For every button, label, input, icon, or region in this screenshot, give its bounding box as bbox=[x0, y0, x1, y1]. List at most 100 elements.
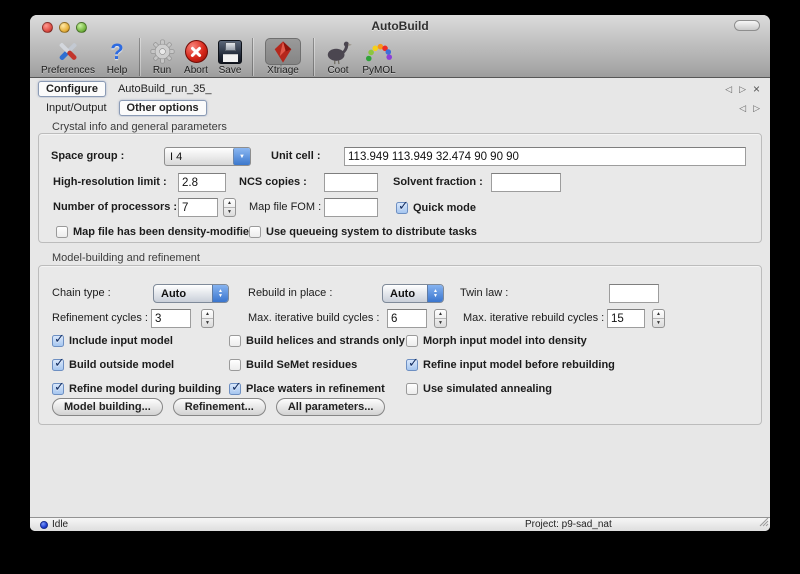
project-label: Project: p9-sad_nat bbox=[525, 519, 612, 530]
twin-law-input[interactable] bbox=[609, 284, 659, 303]
subtab-next-button[interactable]: ▷ bbox=[753, 103, 760, 113]
refinement-button[interactable]: Refinement... bbox=[173, 398, 266, 416]
space-group-value: I 4 bbox=[165, 151, 233, 163]
toolbar-separator bbox=[139, 38, 140, 76]
space-group-combobox[interactable]: I 4 ▼ bbox=[164, 147, 251, 166]
space-group-label: Space group : bbox=[51, 147, 124, 166]
titlebar[interactable]: AutoBuild bbox=[30, 15, 770, 37]
pymol-button[interactable]: PyMOL bbox=[357, 38, 401, 78]
run-label: Run bbox=[153, 65, 171, 76]
help-button[interactable]: ? Help bbox=[100, 38, 134, 78]
quick-mode-checkbox[interactable]: ✓ Quick mode bbox=[396, 201, 476, 215]
place-waters-checkbox[interactable]: ✓Place waters in refinement bbox=[229, 382, 385, 396]
nproc-label: Number of processors : bbox=[53, 198, 177, 217]
max-rebuild-cycles-stepper[interactable]: ▲▼ bbox=[652, 309, 665, 328]
tab-other-options[interactable]: Other options bbox=[119, 100, 207, 116]
xtriage-button[interactable]: Xtriage bbox=[258, 38, 308, 78]
status-text: Idle bbox=[52, 519, 68, 530]
max-rebuild-cycles-label: Max. iterative rebuild cycles : bbox=[463, 309, 604, 328]
pymol-ribbon-icon bbox=[364, 38, 394, 65]
tab-autobuild-run-35[interactable]: AutoBuild_run_35_ bbox=[110, 81, 220, 97]
resize-grip[interactable] bbox=[758, 516, 769, 530]
status-bar: Idle Project: p9-sad_nat bbox=[30, 517, 770, 531]
crystal-group-box: Space group : I 4 ▼ Unit cell : High-res… bbox=[38, 133, 762, 243]
max-build-cycles-stepper[interactable]: ▲▼ bbox=[434, 309, 447, 328]
ncs-copies-input[interactable] bbox=[324, 173, 378, 192]
nproc-stepper[interactable]: ▲▼ bbox=[223, 198, 236, 217]
simulated-annealing-checkbox[interactable]: ✓Use simulated annealing bbox=[406, 382, 552, 396]
tab-next-button[interactable]: ▷ bbox=[739, 84, 746, 94]
desktop-background: AutoBuild bbox=[0, 0, 800, 574]
build-helices-strands-checkbox[interactable]: ✓Build helices and strands only bbox=[229, 334, 405, 348]
save-button[interactable]: Save bbox=[213, 38, 247, 78]
other-options-page: Crystal info and general parameters Spac… bbox=[30, 117, 770, 517]
tab-close-button[interactable]: × bbox=[753, 84, 760, 94]
status-idle-icon bbox=[40, 521, 48, 529]
model-group-title: Model-building and refinement bbox=[52, 252, 200, 264]
window-chrome: AutoBuild bbox=[30, 15, 770, 78]
max-build-cycles-input[interactable] bbox=[387, 309, 427, 328]
refinement-cycles-stepper[interactable]: ▲▼ bbox=[201, 309, 214, 328]
abort-button[interactable]: Abort bbox=[179, 38, 213, 78]
chevron-down-icon[interactable]: ▼ bbox=[233, 148, 250, 165]
check-icon: ✓ bbox=[408, 355, 419, 371]
nproc-input[interactable] bbox=[178, 198, 218, 217]
chain-type-value: Auto bbox=[154, 288, 212, 300]
map-fom-input[interactable] bbox=[324, 198, 378, 217]
build-outside-model-checkbox[interactable]: ✓Build outside model bbox=[52, 358, 174, 372]
include-input-model-checkbox[interactable]: ✓Include input model bbox=[52, 334, 173, 348]
solvent-fraction-input[interactable] bbox=[491, 173, 561, 192]
coot-bird-icon bbox=[323, 38, 353, 65]
toolbar-toggle-pill-button[interactable] bbox=[734, 20, 760, 31]
queueing-checkbox[interactable]: ✓ Use queueing system to distribute task… bbox=[249, 225, 477, 239]
subtab-prev-button[interactable]: ◁ bbox=[739, 103, 746, 113]
rebuild-in-place-popup[interactable]: Auto ▲▼ bbox=[382, 284, 444, 303]
spin-up-icon: ▲ bbox=[224, 199, 235, 208]
refine-during-building-checkbox[interactable]: ✓Refine model during building bbox=[52, 382, 221, 396]
check-icon: ✓ bbox=[54, 355, 65, 371]
abort-label: Abort bbox=[184, 65, 208, 76]
crystal-group-title: Crystal info and general parameters bbox=[52, 121, 227, 133]
checkbox-box[interactable]: ✓ bbox=[56, 226, 68, 238]
preferences-button[interactable]: Preferences bbox=[36, 38, 100, 78]
toolbar-separator bbox=[313, 38, 314, 76]
all-parameters-button[interactable]: All parameters... bbox=[276, 398, 386, 416]
check-icon: ✓ bbox=[398, 198, 409, 214]
density-modified-checkbox[interactable]: ✓ Map file has been density-modified bbox=[56, 225, 256, 239]
checkbox-box[interactable]: ✓ bbox=[249, 226, 261, 238]
chain-type-label: Chain type : bbox=[52, 284, 111, 303]
run-gear-icon bbox=[150, 38, 175, 65]
tab-input-output[interactable]: Input/Output bbox=[38, 100, 115, 116]
run-button[interactable]: Run bbox=[145, 38, 179, 78]
chain-type-popup[interactable]: Auto ▲▼ bbox=[153, 284, 229, 303]
checkbox-box[interactable]: ✓ bbox=[396, 202, 408, 214]
unit-cell-input[interactable] bbox=[344, 147, 746, 166]
page-tab-bar: Input/Output Other options ◁ ▷ bbox=[30, 98, 770, 117]
tab-configure[interactable]: Configure bbox=[38, 81, 106, 97]
max-rebuild-cycles-input[interactable] bbox=[607, 309, 645, 328]
refinement-cycles-input[interactable] bbox=[151, 309, 191, 328]
popup-arrows-icon[interactable]: ▲▼ bbox=[212, 285, 228, 302]
high-res-input[interactable] bbox=[178, 173, 226, 192]
help-icon: ? bbox=[110, 38, 123, 65]
autobuild-window: AutoBuild bbox=[30, 15, 770, 531]
xtriage-icon bbox=[265, 38, 301, 65]
xtriage-label: Xtriage bbox=[267, 65, 299, 76]
rebuild-in-place-label: Rebuild in place : bbox=[248, 284, 332, 303]
tab-prev-button[interactable]: ◁ bbox=[725, 84, 732, 94]
model-building-button[interactable]: Model building... bbox=[52, 398, 163, 416]
help-label: Help bbox=[107, 65, 128, 76]
morph-input-model-checkbox[interactable]: ✓Morph input model into density bbox=[406, 334, 587, 348]
max-build-cycles-label: Max. iterative build cycles : bbox=[248, 309, 379, 328]
window-title: AutoBuild bbox=[30, 19, 770, 33]
twin-law-label: Twin law : bbox=[460, 284, 508, 303]
check-icon: ✓ bbox=[54, 379, 65, 395]
refine-input-before-rebuild-checkbox[interactable]: ✓Refine input model before rebuilding bbox=[406, 358, 615, 372]
high-res-label: High-resolution limit : bbox=[53, 173, 167, 192]
popup-arrows-icon[interactable]: ▲▼ bbox=[427, 285, 443, 302]
check-icon: ✓ bbox=[54, 331, 65, 347]
coot-button[interactable]: Coot bbox=[319, 38, 357, 78]
solvent-fraction-label: Solvent fraction : bbox=[393, 173, 483, 192]
build-semet-checkbox[interactable]: ✓Build SeMet residues bbox=[229, 358, 357, 372]
save-floppy-icon bbox=[218, 38, 242, 65]
